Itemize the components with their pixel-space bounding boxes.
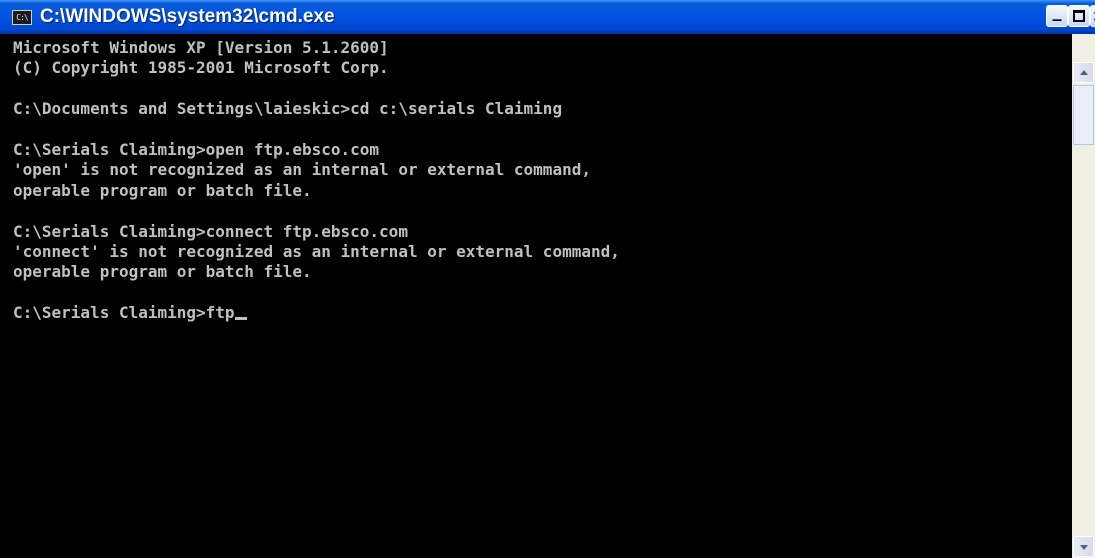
vertical-scrollbar[interactable] bbox=[1072, 34, 1095, 558]
title-bar[interactable]: C:\ C:\WINDOWS\system32\cmd.exe _ × bbox=[0, 0, 1095, 34]
window-title: C:\WINDOWS\system32\cmd.exe bbox=[40, 6, 335, 27]
console-line: C:\Documents and Settings\laieskic>cd c:… bbox=[13, 99, 563, 119]
minimize-icon: _ bbox=[1052, 1, 1062, 22]
console-line: C:\Serials Claiming>connect ftp.ebsco.co… bbox=[13, 221, 408, 241]
close-button[interactable]: × bbox=[1090, 5, 1095, 27]
scroll-up-button[interactable] bbox=[1073, 62, 1094, 83]
arrow-down-icon bbox=[1080, 545, 1088, 550]
command-input[interactable]: ftp bbox=[206, 303, 235, 322]
maximize-button[interactable] bbox=[1068, 5, 1090, 27]
console-line: 'connect' is not recognized as an intern… bbox=[13, 241, 620, 261]
console-lines: Microsoft Windows XP [Version 5.1.2600](… bbox=[13, 38, 620, 323]
command-prompt: C:\Serials Claiming> bbox=[13, 303, 206, 323]
scroll-down-button[interactable] bbox=[1073, 536, 1094, 557]
arrow-up-icon bbox=[1080, 70, 1088, 75]
console-output[interactable]: Microsoft Windows XP [Version 5.1.2600](… bbox=[0, 34, 1072, 558]
console-icon[interactable]: C:\ bbox=[12, 10, 32, 25]
minimize-button[interactable]: _ bbox=[1046, 3, 1068, 27]
console-line: operable program or batch file. bbox=[13, 262, 312, 282]
maximize-icon bbox=[1073, 10, 1085, 22]
cmd-window: C:\ C:\WINDOWS\system32\cmd.exe _ × Micr… bbox=[0, 0, 1095, 558]
console-line: 'open' is not recognized as an internal … bbox=[13, 160, 591, 180]
prompt-line[interactable]: C:\Serials Claiming>ftp bbox=[13, 303, 620, 323]
console-line: C:\Serials Claiming>open ftp.ebsco.com bbox=[13, 139, 380, 159]
console-line: Microsoft Windows XP [Version 5.1.2600] bbox=[13, 38, 389, 57]
console-line: (C) Copyright 1985-2001 Microsoft Corp. bbox=[13, 58, 389, 78]
text-cursor bbox=[234, 317, 247, 321]
console-line: operable program or batch file. bbox=[13, 180, 312, 200]
scroll-thumb[interactable] bbox=[1073, 85, 1094, 145]
